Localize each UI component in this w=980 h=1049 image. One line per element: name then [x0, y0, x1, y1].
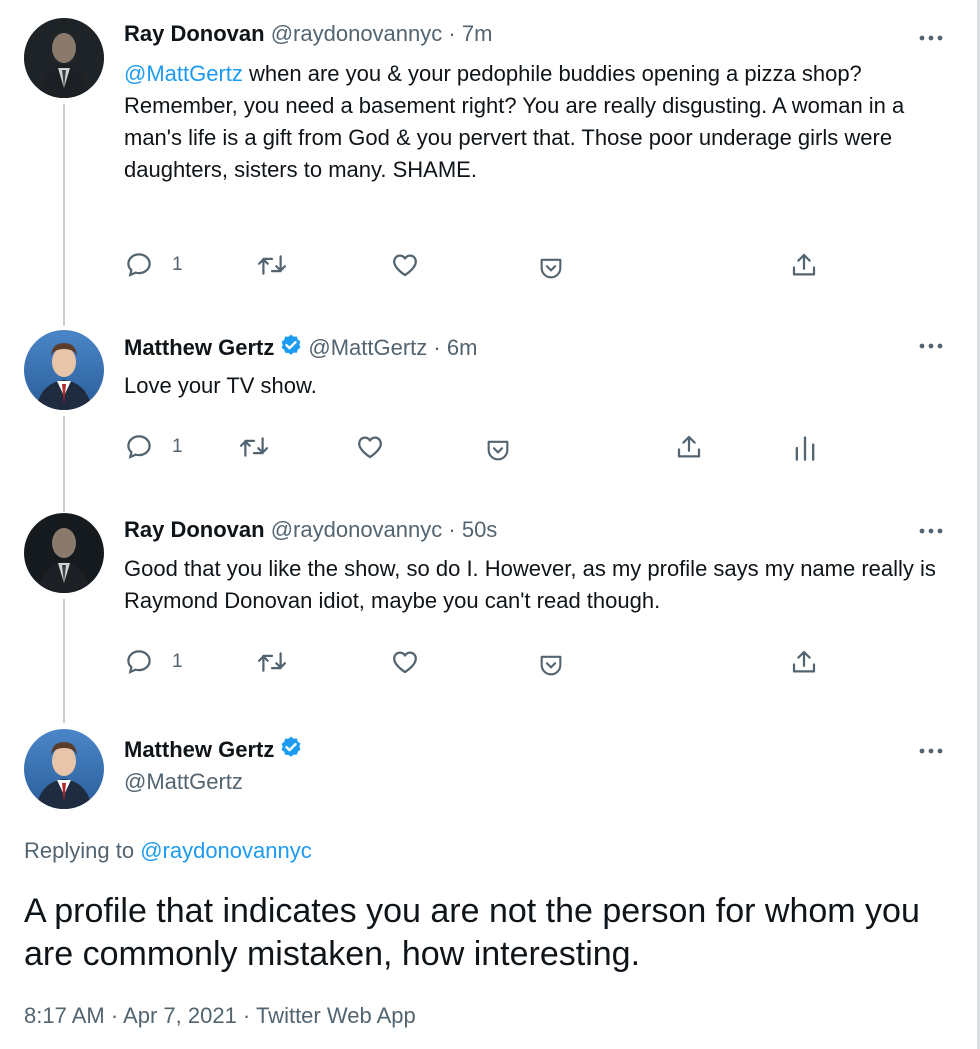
like-button[interactable] — [390, 250, 420, 280]
separator-dot: · — [442, 21, 462, 46]
thread-line — [63, 104, 65, 326]
tweet-header: Matthew Gertz — [124, 735, 308, 769]
avatar[interactable] — [24, 729, 104, 809]
tip-jar-icon — [540, 655, 562, 676]
main-tweet: Matthew Gertz @MattGertz — [0, 729, 975, 1049]
user-handle[interactable]: @MattGertz — [308, 335, 427, 360]
tweet-actions: 1 — [0, 432, 975, 472]
replying-prefix: Replying to — [24, 838, 141, 863]
mention-link[interactable]: @MattGertz — [124, 61, 243, 86]
avatar[interactable] — [24, 513, 104, 593]
reply-button[interactable]: 1 — [124, 647, 183, 677]
tweet-time[interactable]: 50s — [462, 517, 497, 542]
more-options-icon[interactable] — [917, 741, 945, 761]
display-name[interactable]: Ray Donovan — [124, 517, 265, 542]
share-icon — [677, 435, 701, 458]
retweet-icon — [257, 652, 287, 672]
tweet-header: Ray Donovan @raydonovannyc · 7m — [124, 19, 492, 49]
reply-count: 1 — [172, 254, 183, 275]
heart-icon — [393, 254, 417, 277]
like-button[interactable] — [390, 647, 420, 677]
tweet-2[interactable]: Matthew Gertz @MattGertz · 6m Love your T… — [0, 330, 975, 512]
like-button[interactable] — [355, 432, 385, 462]
retweet-icon — [239, 437, 269, 457]
more-options-icon[interactable] — [917, 521, 945, 541]
tweet-time[interactable]: 7m — [462, 21, 493, 46]
tip-button[interactable] — [537, 651, 565, 679]
tweet-timestamp[interactable]: 8:17 AM · Apr 7, 2021 · Twitter Web App — [24, 1003, 416, 1029]
reply-count: 1 — [172, 651, 183, 672]
user-handle[interactable]: @raydonovannyc — [271, 21, 443, 46]
separator-dot: · — [427, 335, 447, 360]
reply-button[interactable]: 1 — [124, 432, 183, 462]
reply-icon — [127, 650, 151, 674]
retweet-button[interactable] — [256, 647, 288, 677]
tip-button[interactable] — [537, 254, 565, 282]
tip-button[interactable] — [484, 436, 512, 464]
heart-icon — [358, 436, 382, 459]
tweet-3[interactable]: Ray Donovan @raydonovannyc · 50s Good th… — [0, 513, 975, 723]
retweet-button[interactable] — [238, 432, 270, 462]
share-icon — [792, 253, 816, 276]
retweet-icon — [257, 255, 287, 275]
reply-icon — [127, 253, 151, 277]
analytics-icon — [795, 436, 815, 461]
tweet-actions: 1 — [0, 248, 975, 288]
display-name[interactable]: Matthew Gertz — [124, 737, 274, 762]
tweet-1[interactable]: Ray Donovan @raydonovannyc · 7m @MattGer… — [0, 18, 975, 326]
heart-icon — [393, 651, 417, 674]
more-options-icon[interactable] — [917, 28, 945, 48]
tweet-time[interactable]: 6m — [447, 335, 478, 360]
analytics-button[interactable] — [792, 434, 818, 462]
reply-button[interactable]: 1 — [124, 250, 183, 280]
user-handle[interactable]: @raydonovannyc — [271, 517, 443, 542]
replying-to-label: Replying to @raydonovannyc — [24, 838, 312, 864]
tweet-text: @MattGertz when are you & your pedophile… — [124, 58, 954, 186]
tweet-actions: 1 — [0, 647, 975, 687]
main-tweet-text: A profile that indicates you are not the… — [24, 892, 920, 973]
avatar[interactable] — [24, 330, 104, 410]
tip-jar-icon — [540, 258, 562, 279]
tip-jar-icon — [487, 440, 509, 461]
replying-to-link[interactable]: @raydonovannyc — [140, 838, 312, 863]
separator-dot: · — [442, 517, 462, 542]
tweet-text: Good that you like the show, so do I. Ho… — [124, 556, 936, 613]
reply-count: 1 — [172, 436, 183, 457]
share-button[interactable] — [789, 647, 819, 677]
share-button[interactable] — [789, 250, 819, 280]
user-handle[interactable]: @MattGertz — [124, 769, 243, 794]
avatar[interactable] — [24, 18, 104, 98]
display-name[interactable]: Matthew Gertz — [124, 335, 274, 360]
display-name[interactable]: Ray Donovan — [124, 21, 265, 46]
user-handle-line: @MattGertz — [124, 767, 243, 797]
tweet-header: Ray Donovan @raydonovannyc · 50s — [124, 515, 497, 545]
verified-badge-icon — [278, 735, 304, 769]
share-icon — [792, 650, 816, 673]
tweet-header: Matthew Gertz @MattGertz · 6m — [124, 333, 477, 367]
retweet-button[interactable] — [256, 250, 288, 280]
reply-icon — [127, 435, 151, 459]
more-options-icon[interactable] — [917, 336, 945, 356]
verified-badge-icon — [278, 333, 304, 367]
tweet-text: Love your TV show. — [124, 373, 317, 398]
share-button[interactable] — [674, 432, 704, 462]
